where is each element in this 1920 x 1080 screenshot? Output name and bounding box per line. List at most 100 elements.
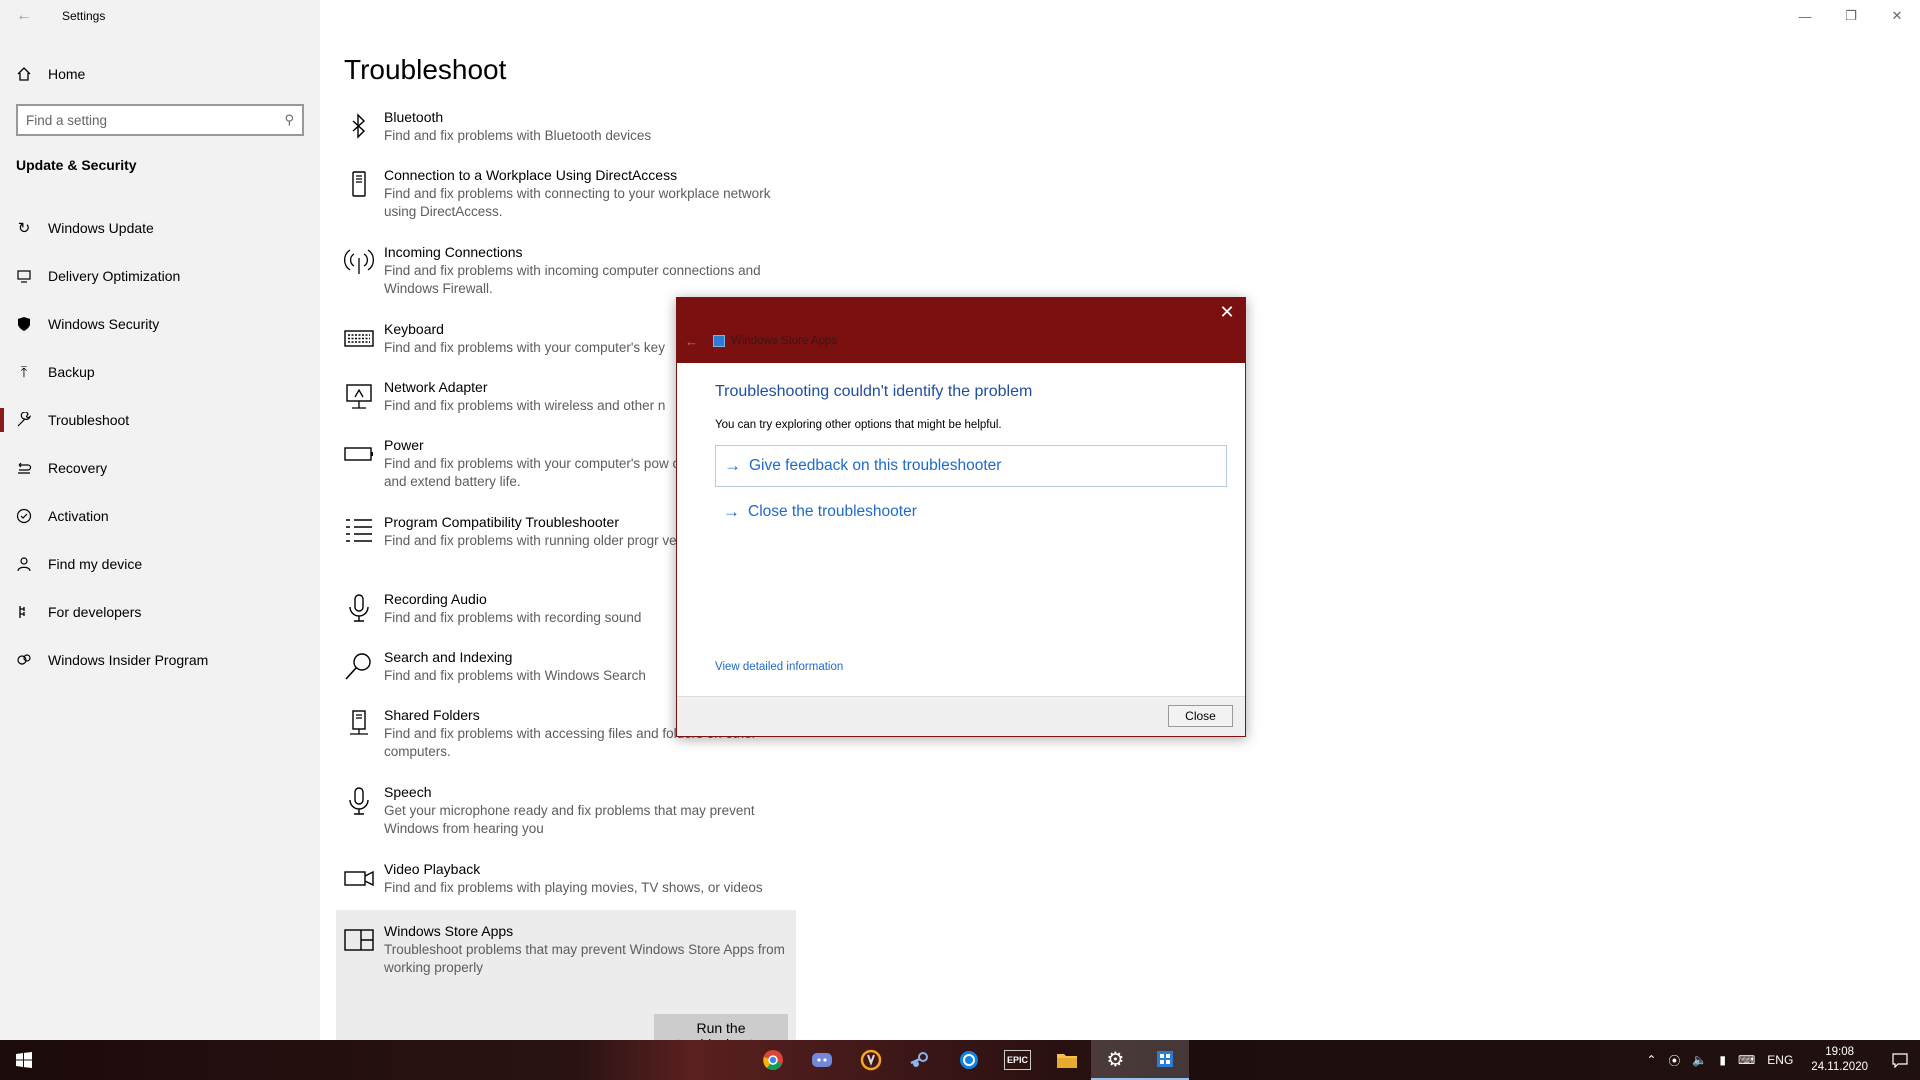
file-explorer-button[interactable] xyxy=(1042,1040,1091,1080)
overwatch-icon xyxy=(860,1049,881,1071)
clock-time: 19:08 xyxy=(1825,1046,1855,1058)
dialog-back-icon[interactable]: ← xyxy=(685,334,698,349)
chevron-up-icon[interactable]: ⌃ xyxy=(1646,1053,1656,1067)
sidebar-item-recovery[interactable]: Recovery xyxy=(0,444,320,492)
dialog-body: Troubleshooting couldn't identify the pr… xyxy=(715,383,1227,533)
uplay-button[interactable] xyxy=(944,1040,993,1080)
view-detailed-info-link[interactable]: View detailed information xyxy=(715,661,843,673)
dialog-footer: Close xyxy=(677,696,1245,736)
troubleshooter-desc: Get your microphone ready and fix proble… xyxy=(384,803,755,836)
close-window-button[interactable]: ✕ xyxy=(1874,0,1920,32)
back-arrow-icon: ← xyxy=(16,7,32,24)
troubleshooter-name: Bluetooth xyxy=(384,109,444,125)
sidebar-item-label: For developers xyxy=(48,604,142,620)
wifi-icon[interactable]: ⦿ xyxy=(1668,1052,1680,1069)
sidebar-item-label: Activation xyxy=(48,508,109,524)
sidebar-item-windows-security[interactable]: Windows Security xyxy=(0,300,320,348)
sidebar-item-troubleshoot[interactable]: Troubleshoot xyxy=(0,396,320,444)
give-feedback-option[interactable]: → Give feedback on this troubleshooter xyxy=(715,445,1227,487)
microphone-icon xyxy=(344,783,384,860)
epic-games-icon: EPIC xyxy=(1003,1050,1031,1070)
notification-icon xyxy=(1892,1053,1908,1068)
home-nav-item[interactable]: Home xyxy=(0,54,320,94)
steam-icon xyxy=(909,1052,928,1067)
clock[interactable]: 19:08 24.11.2020 xyxy=(1811,1045,1868,1075)
phone-device-icon xyxy=(344,166,384,243)
close-icon: ✕ xyxy=(1219,302,1235,322)
clock-date: 24.11.2020 xyxy=(1811,1061,1868,1073)
close-troubleshooter-option[interactable]: → Close the troubleshooter xyxy=(715,491,1227,533)
page-title: Troubleshoot xyxy=(344,54,507,85)
troubleshooter-speech[interactable]: Speech Get your microphone ready and fix … xyxy=(336,783,796,860)
troubleshooter-taskbar-button[interactable] xyxy=(1140,1040,1189,1080)
volume-icon[interactable]: 🔈 xyxy=(1692,1053,1707,1067)
sidebar-item-backup[interactable]: ⤒ Backup xyxy=(0,348,320,396)
troubleshooter-bluetooth[interactable]: Bluetooth Find and fix problems with Blue… xyxy=(336,108,796,166)
store-apps-icon xyxy=(713,335,725,347)
troubleshooter-video-playback[interactable]: Video Playback Find and fix problems with… xyxy=(336,860,796,910)
title-bar: ← Settings xyxy=(0,0,320,32)
discord-button[interactable] xyxy=(797,1040,846,1080)
store-apps-icon xyxy=(1156,1051,1173,1067)
steam-button[interactable] xyxy=(895,1040,944,1080)
troubleshooter-windows-store-apps[interactable]: Windows Store Apps Troubleshoot problems… xyxy=(336,910,796,1058)
troubleshooter-desc: Find and fix problems with playing movie… xyxy=(384,880,763,895)
shield-icon xyxy=(0,316,48,332)
minimize-button[interactable]: — xyxy=(1782,0,1828,32)
start-button[interactable] xyxy=(0,1040,48,1080)
sidebar-nav-list: ↻ Windows Update Delivery Optimization W… xyxy=(0,204,320,684)
dialog-close-button[interactable]: Close xyxy=(1168,705,1233,727)
taskbar: EPIC ⚙ ⌃ ⦿ 🔈 ▮ ⌨ ENG 19:08 24.11.2020 xyxy=(0,1040,1920,1080)
troubleshooter-directaccess[interactable]: Connection to a Workplace Using DirectAc… xyxy=(336,166,796,243)
troubleshooter-desc: Troubleshoot problems that may prevent W… xyxy=(384,942,785,975)
dialog-close-x-button[interactable]: ✕ xyxy=(1215,302,1239,326)
video-camera-icon xyxy=(344,860,384,910)
sidebar-item-windows-update[interactable]: ↻ Windows Update xyxy=(0,204,320,252)
dialog-heading: Troubleshooting couldn't identify the pr… xyxy=(715,383,1033,400)
sidebar-item-label: Backup xyxy=(48,364,95,380)
notification-center-button[interactable] xyxy=(1880,1040,1920,1080)
section-title: Update & Security xyxy=(16,157,137,173)
battery-tray-icon[interactable]: ▮ xyxy=(1719,1053,1726,1067)
microphone-icon xyxy=(344,590,384,648)
chrome-button[interactable] xyxy=(748,1040,797,1080)
sidebar-item-label: Find my device xyxy=(48,556,143,572)
troubleshooter-desc: Find and fix problems with connecting to… xyxy=(384,186,771,219)
troubleshooter-name: Video Playback xyxy=(384,861,481,877)
settings-taskbar-button[interactable]: ⚙ xyxy=(1091,1040,1140,1080)
epic-games-button[interactable]: EPIC xyxy=(993,1040,1042,1080)
search-input[interactable] xyxy=(26,112,285,128)
sidebar-item-label: Windows Insider Program xyxy=(48,652,209,668)
troubleshooter-name: Windows Store Apps xyxy=(384,923,514,939)
restore-button[interactable]: ❐ xyxy=(1828,0,1874,32)
recovery-icon xyxy=(0,460,48,476)
back-button[interactable]: ← xyxy=(0,0,48,32)
backup-arrow-icon: ⤒ xyxy=(20,363,28,381)
bluetooth-icon xyxy=(344,108,384,166)
sidebar-item-label: Troubleshoot xyxy=(48,412,130,428)
server-icon xyxy=(344,706,384,783)
keyboard-icon xyxy=(344,320,384,378)
language-indicator[interactable]: ENG xyxy=(1767,1053,1793,1067)
search-icon xyxy=(344,648,384,706)
wrench-icon xyxy=(0,412,48,428)
sidebar-item-find-my-device[interactable]: Find my device xyxy=(0,540,320,588)
sidebar-item-activation[interactable]: Activation xyxy=(0,492,320,540)
sidebar-item-delivery-optimization[interactable]: Delivery Optimization xyxy=(0,252,320,300)
sidebar-item-windows-insider[interactable]: Windows Insider Program xyxy=(0,636,320,684)
overwatch-button[interactable] xyxy=(846,1040,895,1080)
minimize-icon: — xyxy=(1798,8,1812,24)
uplay-icon xyxy=(959,1051,978,1069)
insider-icon xyxy=(0,652,48,668)
sidebar-item-label: Delivery Optimization xyxy=(48,268,181,284)
keyboard-tray-icon[interactable]: ⌨ xyxy=(1738,1053,1755,1067)
sidebar-item-for-developers[interactable]: For developers xyxy=(0,588,320,636)
troubleshooter-name: Incoming Connections xyxy=(384,244,523,260)
find-setting-search[interactable]: ⚲ xyxy=(16,104,304,136)
store-apps-icon xyxy=(344,922,384,1028)
restore-icon: ❐ xyxy=(1845,8,1857,23)
sidebar-item-label: Windows Security xyxy=(48,316,160,332)
system-tray: ⌃ ⦿ 🔈 ▮ ⌨ ENG 19:08 24.11.2020 xyxy=(1640,1040,1920,1080)
close-icon: ✕ xyxy=(1891,8,1903,23)
troubleshooter-name: Connection to a Workplace Using DirectAc… xyxy=(384,167,678,183)
